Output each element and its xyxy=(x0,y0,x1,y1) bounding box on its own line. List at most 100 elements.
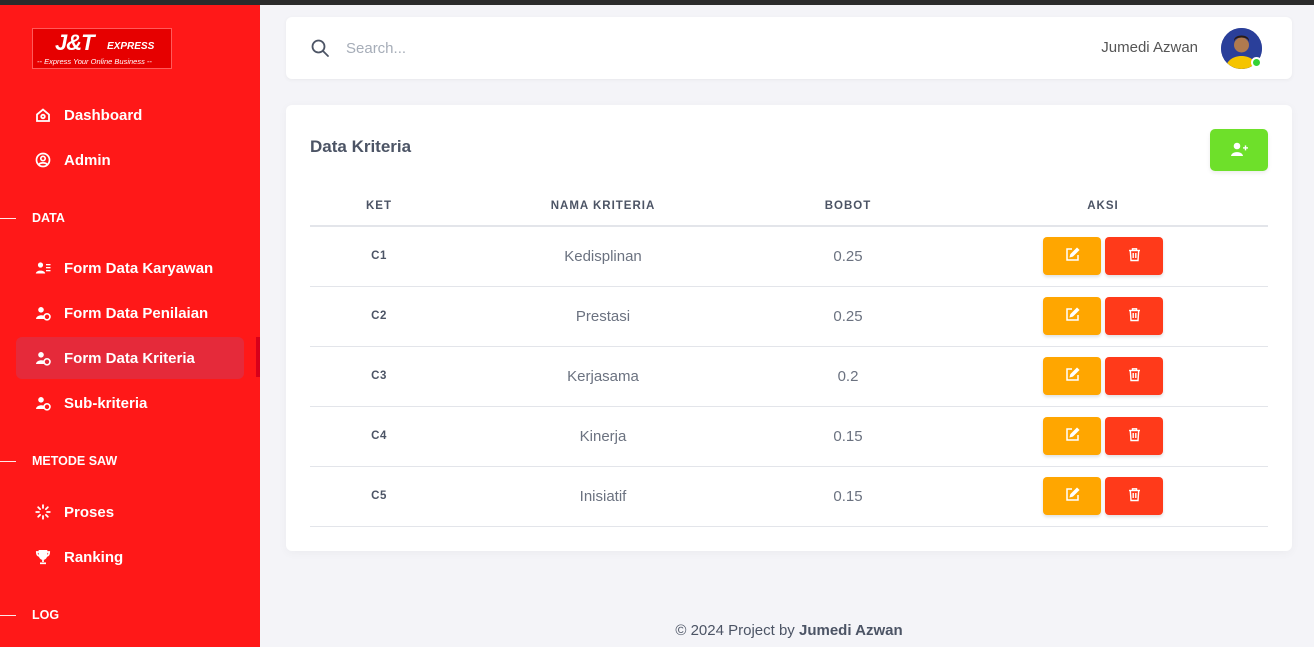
edit-icon xyxy=(1065,427,1080,445)
edit-button[interactable] xyxy=(1043,357,1101,395)
edit-button[interactable] xyxy=(1043,477,1101,515)
user-list-icon xyxy=(34,259,52,277)
delete-button[interactable] xyxy=(1105,357,1163,395)
section-divider xyxy=(0,460,16,462)
sidebar-item-form-data-penilaian[interactable]: Form Data Penilaian xyxy=(16,292,244,334)
footer-text: © 2024 Project by xyxy=(675,622,795,639)
sidebar-item-admin[interactable]: Admin xyxy=(16,139,244,181)
trash-icon xyxy=(1127,367,1142,385)
sidebar-item-sub-kriteria[interactable]: Sub-kriteria xyxy=(16,382,244,424)
sidebar-item-dashboard[interactable]: Dashboard xyxy=(16,94,244,136)
sidebar-item-label: Sub-kriteria xyxy=(64,394,148,412)
active-item-marker xyxy=(256,337,260,377)
cell-bobot: 0.15 xyxy=(758,466,938,527)
delete-button[interactable] xyxy=(1105,417,1163,455)
user-name[interactable]: Jumedi Azwan xyxy=(1101,39,1198,56)
table-row: C2 Prestasi 0.25 xyxy=(310,286,1268,347)
sidebar-item-label: Admin xyxy=(64,151,111,169)
column-header-nama-kriteria: NAMA KRITERIA xyxy=(448,186,758,227)
sidebar-item-label: Ranking xyxy=(64,548,124,566)
section-divider xyxy=(0,614,16,616)
sidebar-item-ranking[interactable]: Ranking xyxy=(16,536,244,578)
user-gear-icon xyxy=(34,349,52,367)
criteria-card: Data Kriteria KET NAMA KRITERIA BOBOT AK… xyxy=(286,105,1292,551)
section-metode-saw: METODE SAW xyxy=(0,454,117,468)
search-input[interactable] xyxy=(346,31,542,65)
cell-ket: C2 xyxy=(310,286,448,347)
cell-aksi xyxy=(938,286,1268,347)
trash-icon xyxy=(1127,307,1142,325)
cell-nama-kriteria: Kedisplinan xyxy=(448,226,758,287)
cell-ket: C3 xyxy=(310,346,448,407)
edit-icon xyxy=(1065,487,1080,505)
cell-ket: C5 xyxy=(310,466,448,527)
home-icon xyxy=(34,106,52,124)
section-divider xyxy=(0,217,16,219)
edit-button[interactable] xyxy=(1043,237,1101,276)
spinner-icon xyxy=(34,503,52,521)
user-circle-icon xyxy=(34,151,52,169)
cell-aksi xyxy=(938,346,1268,407)
logo-tagline: -- Express Your Online Business -- xyxy=(37,57,152,66)
delete-button[interactable] xyxy=(1105,297,1163,335)
section-label: LOG xyxy=(32,608,60,622)
sidebar-item-label: Form Data Penilaian xyxy=(64,304,209,322)
online-status-dot xyxy=(1251,57,1262,68)
add-criteria-button[interactable] xyxy=(1210,129,1268,171)
logo-express-text: EXPRESS xyxy=(107,41,155,52)
page-title: Data Kriteria xyxy=(310,137,412,156)
table-row: C1 Kedisplinan 0.25 xyxy=(310,226,1268,287)
cell-nama-kriteria: Kinerja xyxy=(448,406,758,467)
section-log: LOG xyxy=(0,608,59,622)
edit-icon xyxy=(1065,247,1080,265)
table-row: C5 Inisiatif 0.15 xyxy=(310,466,1268,527)
trash-icon xyxy=(1127,427,1142,445)
table-row: C3 Kerjasama 0.2 xyxy=(310,346,1268,407)
topbar: Jumedi Azwan xyxy=(286,17,1292,79)
search-icon[interactable] xyxy=(310,38,330,58)
sidebar-item-label: Form Data Karyawan xyxy=(64,259,214,277)
cell-nama-kriteria: Prestasi xyxy=(448,286,758,347)
section-data: DATA xyxy=(0,211,65,225)
user-gear-icon xyxy=(34,304,52,322)
brand-logo[interactable]: J&T EXPRESS -- Express Your Online Busin… xyxy=(32,28,172,69)
column-header-ket: KET xyxy=(310,186,448,227)
user-gear-icon xyxy=(34,394,52,412)
sidebar-item-proses[interactable]: Proses xyxy=(16,491,244,533)
footer: © 2024 Project by Jumedi Azwan xyxy=(286,622,1292,639)
window-top-strip xyxy=(0,0,1314,5)
cell-aksi xyxy=(938,466,1268,527)
logo-main-text: J&T xyxy=(55,30,95,55)
sidebar-item-label: Proses xyxy=(64,503,115,521)
column-header-bobot: BOBOT xyxy=(758,186,938,227)
edit-icon xyxy=(1065,307,1080,325)
table-row: C4 Kinerja 0.15 xyxy=(310,406,1268,467)
trash-icon xyxy=(1127,487,1142,505)
edit-icon xyxy=(1065,367,1080,385)
edit-button[interactable] xyxy=(1043,297,1101,335)
column-header-aksi: AKSI xyxy=(938,186,1268,227)
cell-bobot: 0.15 xyxy=(758,406,938,467)
sidebar-item-form-data-kriteria[interactable]: Form Data Kriteria xyxy=(16,337,244,379)
criteria-table: KET NAMA KRITERIA BOBOT AKSI C1 Kedispli… xyxy=(310,186,1268,527)
section-label: DATA xyxy=(32,211,65,225)
section-label: METODE SAW xyxy=(32,454,118,468)
cell-bobot: 0.25 xyxy=(758,286,938,347)
sidebar: J&T EXPRESS -- Express Your Online Busin… xyxy=(0,0,260,647)
trash-icon xyxy=(1127,247,1142,265)
cell-bobot: 0.2 xyxy=(758,346,938,407)
trophy-icon xyxy=(34,548,52,566)
cell-aksi xyxy=(938,406,1268,467)
cell-bobot: 0.25 xyxy=(758,226,938,287)
table-header-row: KET NAMA KRITERIA BOBOT AKSI xyxy=(310,186,1268,227)
edit-button[interactable] xyxy=(1043,417,1101,455)
delete-button[interactable] xyxy=(1105,237,1163,276)
sidebar-item-form-data-karyawan[interactable]: Form Data Karyawan xyxy=(16,247,244,289)
footer-author: Jumedi Azwan xyxy=(798,622,903,639)
sidebar-item-label: Form Data Kriteria xyxy=(64,349,195,367)
delete-button[interactable] xyxy=(1105,477,1163,515)
cell-nama-kriteria: Kerjasama xyxy=(448,346,758,407)
cell-ket: C1 xyxy=(310,226,448,287)
user-plus-icon xyxy=(1230,140,1248,161)
cell-ket: C4 xyxy=(310,406,448,467)
